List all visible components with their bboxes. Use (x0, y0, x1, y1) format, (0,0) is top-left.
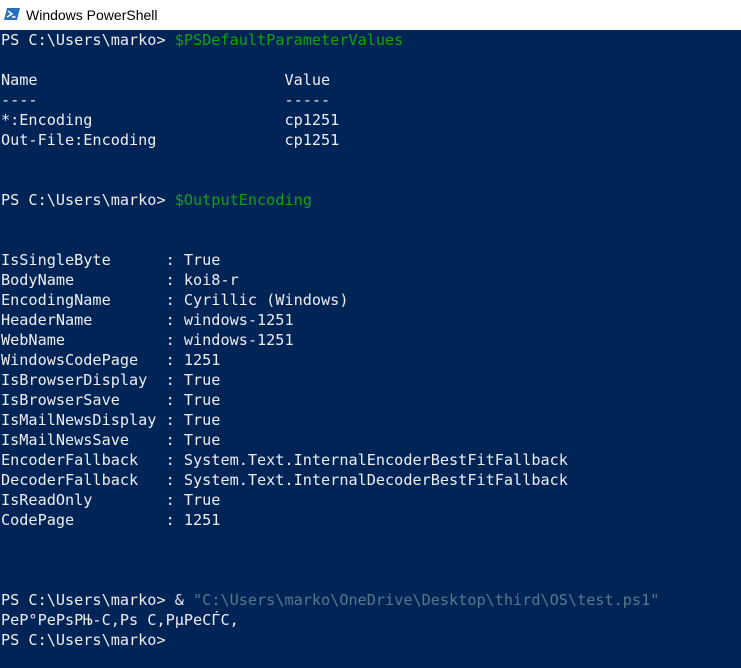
prompt: PS C:\Users\marko> (1, 31, 175, 49)
property-line: IsBrowserDisplay : True (1, 371, 221, 389)
prompt-line: PS C:\Users\marko> $PSDefaultParameterVa… (1, 30, 403, 50)
prompt: PS C:\Users\marko> (1, 191, 175, 209)
property-line: WindowsCodePage : 1251 (1, 351, 221, 369)
prompt: PS C:\Users\marko> (1, 591, 175, 609)
property-line: EncoderFallback : System.Text.InternalEn… (1, 451, 568, 469)
powershell-window: Windows PowerShell PS C:\Users\marko> $P… (0, 0, 741, 668)
table-header: Name Value (1, 71, 331, 89)
console-area[interactable]: PS C:\Users\marko> $PSDefaultParameterVa… (0, 30, 741, 668)
property-line: IsBrowserSave : True (1, 391, 221, 409)
current-prompt[interactable]: PS C:\Users\marko> (1, 630, 166, 650)
property-line: WebName : windows-1251 (1, 331, 294, 349)
prompt-line: PS C:\Users\marko> & "C:\Users\marko\One… (1, 590, 659, 610)
title-bar[interactable]: Windows PowerShell (0, 0, 741, 30)
powershell-icon (4, 8, 20, 20)
property-line: EncodingName : Cyrillic (Windows) (1, 291, 349, 309)
prompt-line: PS C:\Users\marko> $OutputEncoding (1, 190, 312, 210)
property-line: IsSingleByte : True (1, 251, 221, 269)
command-text: $OutputEncoding (174, 191, 312, 209)
command-text: $PSDefaultParameterValues (174, 31, 404, 49)
table-row: *:Encoding cp1251 (1, 111, 340, 129)
property-line: IsMailNewsSave : True (1, 431, 221, 449)
property-line: IsMailNewsDisplay : True (1, 411, 221, 429)
call-operator: & (174, 591, 194, 609)
table-header-underline: ---- ----- (1, 91, 331, 109)
script-path: "C:\Users\marko\OneDrive\Desktop\third\O… (193, 591, 660, 609)
property-line: CodePage : 1251 (1, 511, 221, 529)
property-line: BodyName : koi8-r (1, 271, 239, 289)
property-line: DecoderFallback : System.Text.InternalDe… (1, 471, 568, 489)
window-title: Windows PowerShell (26, 7, 158, 23)
table-row: Out-File:Encoding cp1251 (1, 131, 340, 149)
property-line: IsReadOnly : True (1, 491, 221, 509)
script-output: PeP°PePsPЊ-C,Ps C,PµPeCЃC, (1, 611, 239, 629)
property-line: HeaderName : windows-1251 (1, 311, 294, 329)
